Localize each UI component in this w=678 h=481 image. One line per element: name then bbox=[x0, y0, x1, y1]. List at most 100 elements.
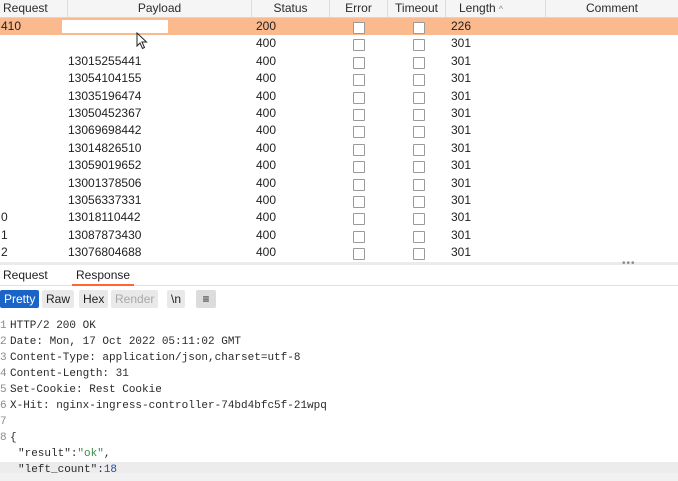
request-cell bbox=[0, 175, 61, 192]
code-line: "result":"ok", bbox=[18, 448, 111, 460]
timeout-checkbox[interactable] bbox=[413, 161, 425, 174]
table-row[interactable]: 13001378506 400 301 bbox=[0, 175, 678, 192]
error-checkbox[interactable] bbox=[353, 195, 365, 208]
line-text: Set-Cookie: Rest Cookie bbox=[10, 384, 162, 396]
column-header-comment[interactable]: Comment bbox=[546, 0, 678, 17]
status-cell: 400 bbox=[256, 210, 277, 225]
error-checkbox[interactable] bbox=[353, 161, 365, 174]
response-editor[interactable]: 1 HTTP/2 200 OK 2 Date: Mon, 17 Oct 2022 0… bbox=[0, 318, 678, 478]
error-checkbox[interactable] bbox=[353, 126, 365, 139]
error-checkbox[interactable] bbox=[353, 91, 365, 104]
raw-button[interactable]: Raw bbox=[42, 290, 75, 308]
table-row[interactable]: 13054104155 400 301 bbox=[0, 70, 678, 87]
request-cell: 0 bbox=[1, 210, 8, 225]
length-cell: 301 bbox=[451, 245, 472, 260]
request-cell bbox=[0, 88, 61, 105]
error-checkbox[interactable] bbox=[353, 248, 365, 261]
timeout-checkbox[interactable] bbox=[413, 195, 425, 208]
timeout-checkbox[interactable] bbox=[413, 143, 425, 156]
status-cell: 400 bbox=[256, 123, 277, 138]
column-header-length[interactable]: Length ^ bbox=[446, 0, 546, 17]
line-number: 4 bbox=[0, 368, 7, 380]
response-toolbar: Pretty Raw Hex Render \n ≡ bbox=[0, 290, 678, 310]
table-row[interactable]: 13069698442 400 301 bbox=[0, 122, 678, 139]
table-row[interactable]: 13050452367 400 301 bbox=[0, 105, 678, 122]
tab-response[interactable]: Response bbox=[71, 265, 135, 286]
table-row[interactable]: 410 200 226 bbox=[0, 18, 678, 36]
payload-cell: 13059019652 bbox=[68, 158, 142, 173]
error-checkbox[interactable] bbox=[353, 39, 365, 52]
timeout-checkbox[interactable] bbox=[413, 39, 425, 52]
status-cell: 400 bbox=[256, 105, 277, 120]
request-cell: 410 bbox=[1, 19, 22, 33]
timeout-checkbox[interactable] bbox=[413, 91, 425, 104]
status-cell: 400 bbox=[256, 227, 277, 242]
column-header-request[interactable]: Request bbox=[0, 0, 68, 17]
code-line: 4 Content-Length: 31 bbox=[0, 366, 678, 382]
status-cell: 400 bbox=[256, 158, 277, 173]
tab-request[interactable]: Request bbox=[3, 265, 48, 285]
column-header-timeout[interactable]: Timeout bbox=[388, 0, 446, 17]
timeout-checkbox[interactable] bbox=[413, 126, 425, 139]
code-line: 3 Content-Type: application/json,charset=… bbox=[0, 350, 678, 366]
length-cell: 301 bbox=[451, 53, 472, 68]
request-cell bbox=[0, 157, 61, 174]
length-cell: 301 bbox=[451, 71, 472, 86]
timeout-checkbox[interactable] bbox=[413, 22, 425, 34]
error-checkbox[interactable] bbox=[353, 22, 365, 34]
column-header-error[interactable]: Error bbox=[330, 0, 388, 17]
status-cell: 400 bbox=[256, 245, 277, 260]
error-checkbox[interactable] bbox=[353, 230, 365, 243]
table-row[interactable]: 1 13087873430 400 301 bbox=[0, 227, 678, 244]
status-cell: 400 bbox=[256, 175, 277, 190]
timeout-checkbox[interactable] bbox=[413, 108, 425, 121]
error-checkbox[interactable] bbox=[353, 56, 365, 69]
column-header-payload[interactable]: Payload bbox=[68, 0, 252, 17]
error-checkbox[interactable] bbox=[353, 178, 365, 191]
table-row[interactable]: 13035196474 400 301 bbox=[0, 88, 678, 105]
json-key-result: "result" bbox=[18, 448, 71, 460]
timeout-checkbox[interactable] bbox=[413, 178, 425, 191]
message-tabs: Request Response bbox=[0, 265, 678, 286]
table-row[interactable]: 13056337331 400 301 bbox=[0, 192, 678, 209]
render-button[interactable]: Render bbox=[111, 290, 159, 308]
payload-cell: 13035196474 bbox=[68, 88, 142, 103]
line-text: Date: Mon, 17 Oct 2022 05:11:02 GMT bbox=[10, 336, 242, 348]
payload-cell: 13056337331 bbox=[68, 192, 142, 207]
table-row[interactable]: 13015255441 400 301 bbox=[0, 53, 678, 70]
table-row[interactable]: 2 13076804688 400 301 bbox=[0, 244, 678, 261]
code-line: 2 Date: Mon, 17 Oct 2022 05:11:02 GMT bbox=[0, 334, 678, 350]
newline-toggle-button[interactable]: \n bbox=[167, 290, 186, 308]
line-number: 6 bbox=[0, 400, 7, 412]
error-checkbox[interactable] bbox=[353, 213, 365, 226]
length-cell: 301 bbox=[451, 227, 472, 242]
timeout-checkbox[interactable] bbox=[413, 56, 425, 69]
menu-icon[interactable]: ≡ bbox=[196, 290, 216, 308]
table-row[interactable]: 13059019652 400 301 bbox=[0, 157, 678, 174]
payload-cell: 13001378506 bbox=[68, 175, 142, 190]
status-cell: 400 bbox=[256, 192, 277, 207]
timeout-checkbox[interactable] bbox=[413, 230, 425, 243]
pretty-button[interactable]: Pretty bbox=[0, 290, 40, 308]
request-cell bbox=[0, 122, 61, 139]
mouse-cursor-icon bbox=[136, 32, 148, 50]
timeout-checkbox[interactable] bbox=[413, 74, 425, 87]
payload-cell: 13050452367 bbox=[68, 105, 142, 120]
error-checkbox[interactable] bbox=[353, 74, 365, 87]
column-header-status[interactable]: Status bbox=[252, 0, 330, 17]
status-cell: 200 bbox=[256, 19, 277, 33]
length-cell: 301 bbox=[451, 192, 472, 207]
error-checkbox[interactable] bbox=[353, 108, 365, 121]
line-text: Content-Length: 31 bbox=[10, 368, 129, 380]
table-row[interactable]: 13014826510 400 301 bbox=[0, 140, 678, 157]
redacted-payload bbox=[62, 20, 168, 33]
timeout-checkbox[interactable] bbox=[413, 213, 425, 226]
status-cell: 400 bbox=[256, 36, 277, 51]
table-row[interactable]: 400 301 bbox=[0, 35, 678, 52]
request-cell bbox=[0, 140, 61, 157]
timeout-checkbox[interactable] bbox=[413, 248, 425, 261]
hex-button[interactable]: Hex bbox=[79, 290, 109, 308]
table-row[interactable]: 0 13018110442 400 301 bbox=[0, 209, 678, 226]
code-line: 1 HTTP/2 200 OK bbox=[0, 318, 678, 334]
error-checkbox[interactable] bbox=[353, 143, 365, 156]
